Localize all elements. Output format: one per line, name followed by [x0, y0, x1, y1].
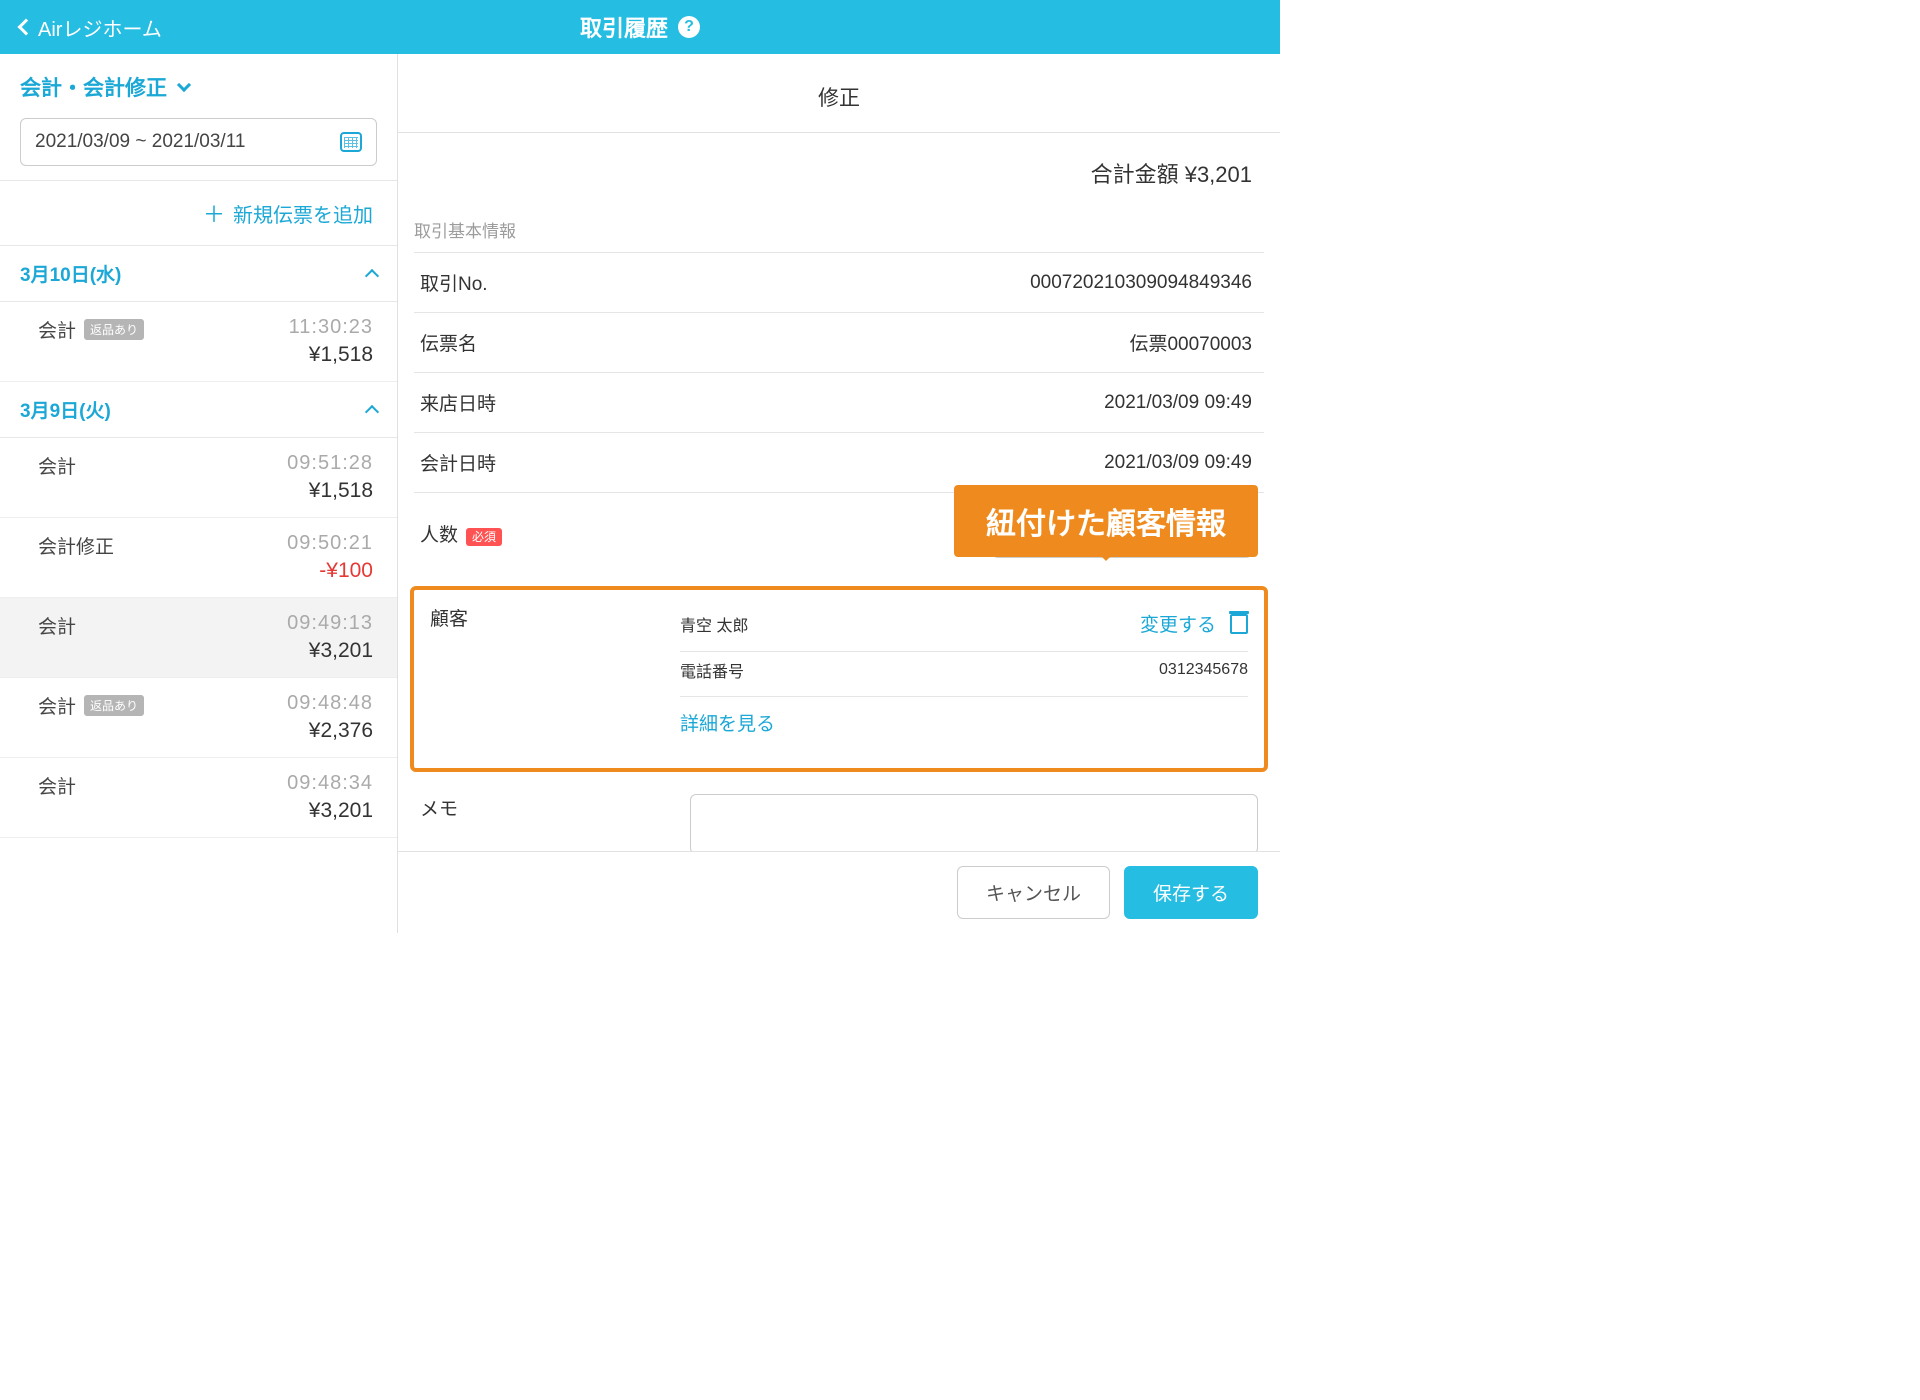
detail-title: 修正: [398, 54, 1280, 132]
trash-icon[interactable]: [1230, 614, 1248, 634]
cancel-button[interactable]: キャンセル: [957, 866, 1110, 919]
page-title: 取引履歴 ?: [580, 11, 700, 43]
day-header[interactable]: 3月9日(火): [0, 382, 397, 438]
transaction-item[interactable]: 会計修正 09:50:21-¥100: [0, 518, 397, 598]
help-icon[interactable]: ?: [678, 16, 700, 38]
phone-label: 電話番号: [680, 658, 744, 682]
row-visit-time: 来店日時2021/03/09 09:49: [414, 373, 1264, 433]
detail-panel: 紐付けた顧客情報 修正 合計金額 ¥3,201 取引基本情報 取引No.0007…: [398, 54, 1280, 933]
chevron-up-icon: [365, 404, 379, 418]
app-header: Airレジホーム 取引履歴 ?: [0, 0, 1280, 54]
row-account-time: 会計日時2021/03/09 09:49: [414, 433, 1264, 493]
chevron-up-icon: [365, 268, 379, 282]
return-badge: 返品あり: [84, 319, 144, 340]
customer-name: 青空 太郎: [680, 612, 748, 636]
transaction-list[interactable]: 3月10日(水)会計返品あり 11:30:23¥1,5183月9日(火)会計 0…: [0, 246, 397, 933]
annotation-callout: 紐付けた顧客情報: [954, 485, 1258, 557]
sidebar: 会計・会計修正 2021/03/09 ~ 2021/03/11 ＋新規伝票を追加…: [0, 54, 398, 933]
phone-value: 0312345678: [1159, 661, 1248, 679]
plus-icon: ＋: [203, 202, 225, 227]
customer-detail-link[interactable]: 詳細を見る: [680, 709, 775, 736]
transaction-item[interactable]: 会計 09:49:13¥3,201: [0, 598, 397, 678]
chevron-left-icon: [18, 19, 35, 36]
row-tx-no: 取引No.000720210309094849346: [414, 253, 1264, 313]
total-amount: 合計金額 ¥3,201: [398, 157, 1280, 209]
return-badge: 返品あり: [84, 695, 144, 716]
transaction-item[interactable]: 会計返品あり 09:48:48¥2,376: [0, 678, 397, 758]
change-customer-link[interactable]: 変更する: [1140, 610, 1216, 637]
transaction-item[interactable]: 会計返品あり 11:30:23¥1,518: [0, 302, 397, 382]
chevron-down-icon: [177, 78, 191, 92]
transaction-item[interactable]: 会計 09:48:34¥3,201: [0, 758, 397, 838]
back-label: Airレジホーム: [38, 13, 162, 42]
add-slip-button[interactable]: ＋新規伝票を追加: [0, 180, 397, 246]
filter-type-dropdown[interactable]: 会計・会計修正: [20, 72, 377, 102]
memo-textarea[interactable]: [690, 794, 1258, 854]
date-range-input[interactable]: 2021/03/09 ~ 2021/03/11: [20, 118, 377, 166]
back-button[interactable]: Airレジホーム: [0, 13, 162, 42]
row-slip-name: 伝票名伝票00070003: [414, 313, 1264, 373]
row-memo: メモ: [398, 772, 1280, 854]
calendar-icon: [340, 132, 362, 152]
required-badge: 必須: [466, 528, 502, 546]
save-button[interactable]: 保存する: [1124, 866, 1258, 919]
detail-footer: キャンセル 保存する: [398, 851, 1280, 933]
section-label: 取引基本情報: [398, 209, 1280, 252]
customer-info-box: 顧客 青空 太郎 変更する 電話番号 0312345678: [410, 586, 1268, 772]
day-header[interactable]: 3月10日(水): [0, 246, 397, 302]
transaction-item[interactable]: 会計 09:51:28¥1,518: [0, 438, 397, 518]
